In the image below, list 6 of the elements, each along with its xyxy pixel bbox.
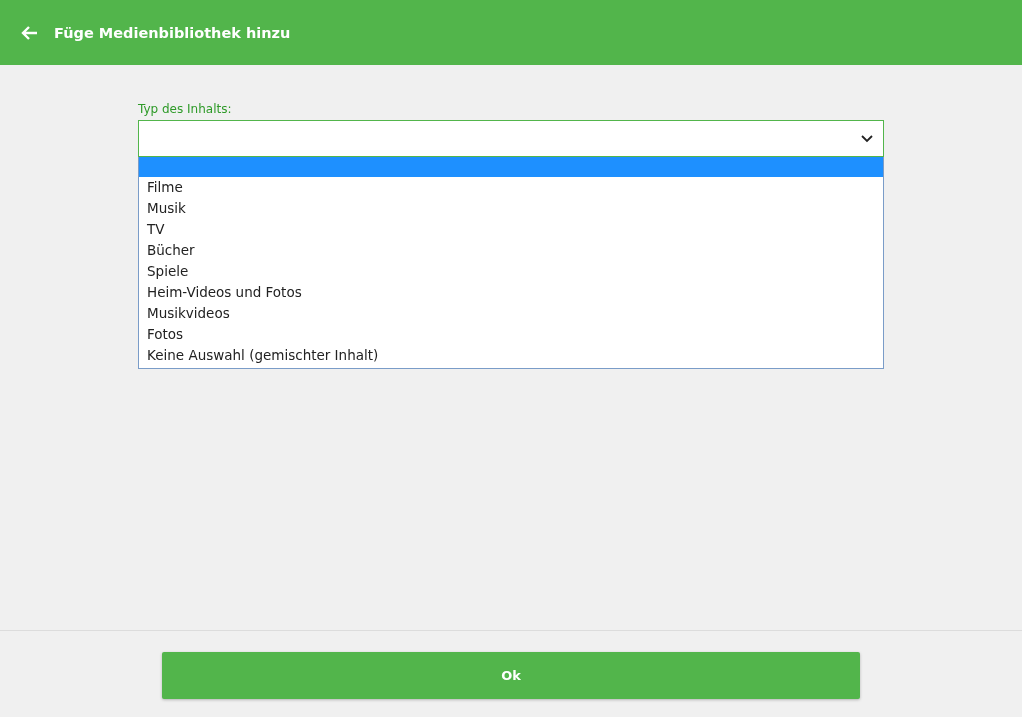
back-arrow-icon bbox=[20, 24, 38, 41]
back-button[interactable] bbox=[20, 24, 38, 41]
chevron-down-icon bbox=[861, 134, 873, 143]
field-label: Typ des Inhalts: bbox=[138, 102, 232, 116]
page-title: Füge Medienbibliothek hinzu bbox=[54, 24, 291, 41]
content-type-select[interactable] bbox=[138, 120, 884, 157]
